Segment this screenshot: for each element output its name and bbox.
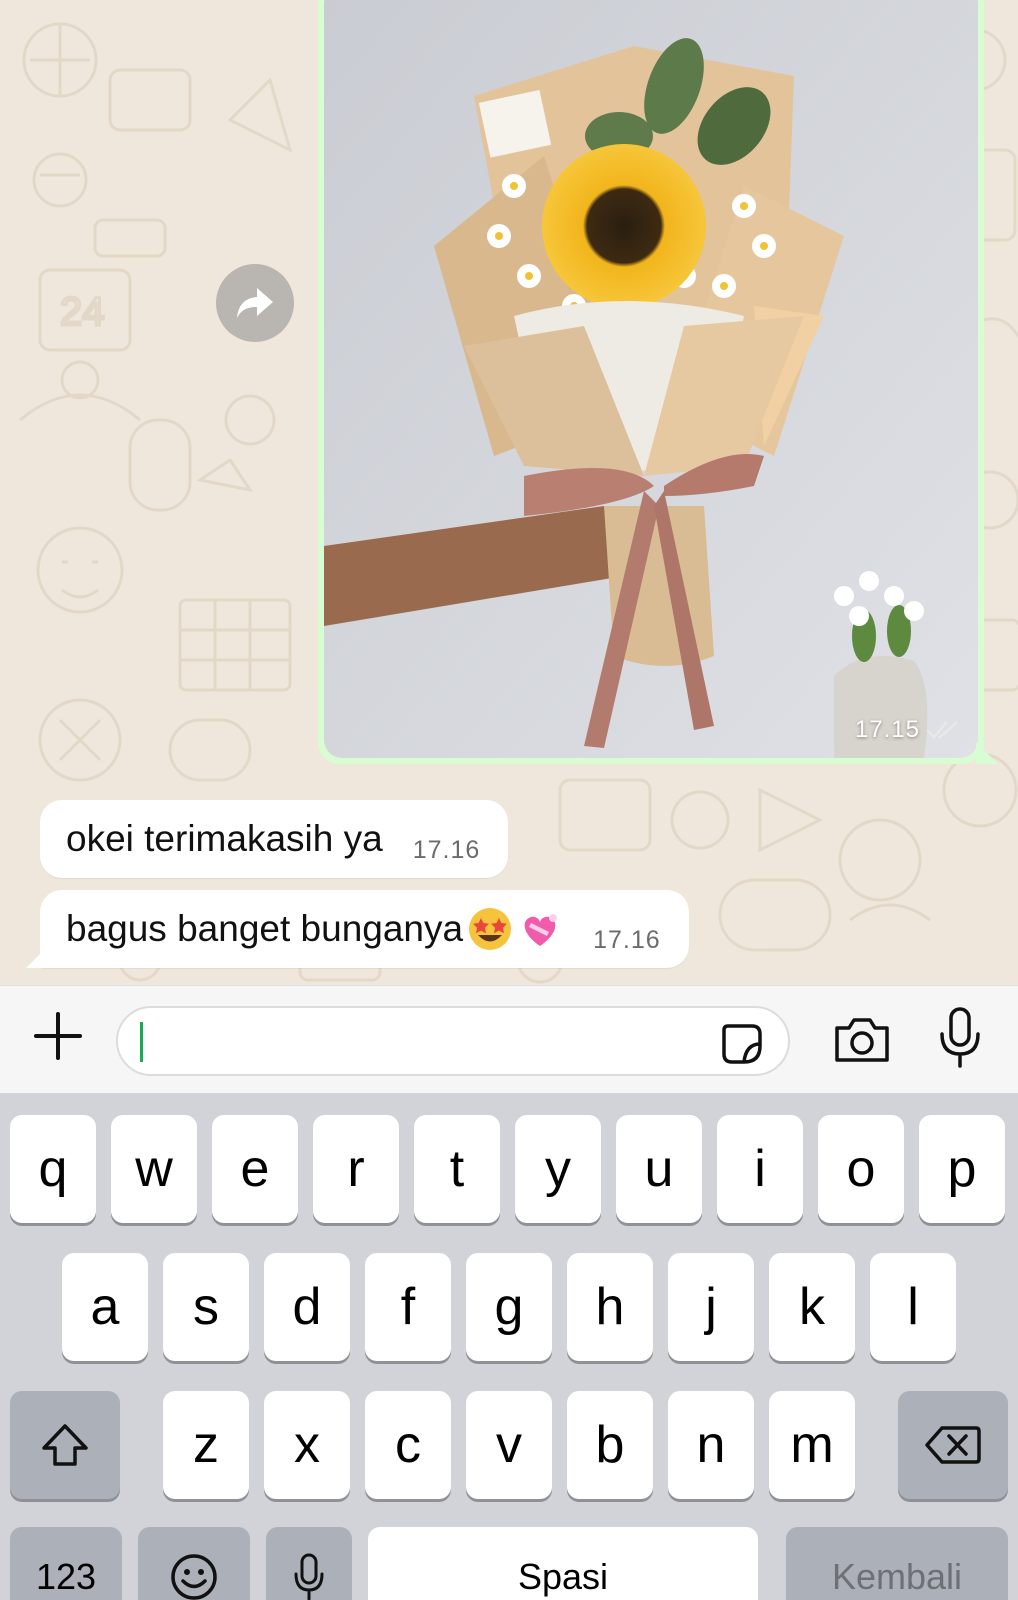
emoji-icon [171,1554,217,1600]
image-time: 17.15 [855,716,960,744]
key-c[interactable]: c [365,1391,451,1499]
key-label: h [595,1278,625,1336]
key-l[interactable]: l [870,1253,956,1361]
key-o[interactable]: o [818,1115,904,1223]
key-d[interactable]: d [264,1253,350,1361]
key-label: q [38,1140,68,1198]
key-s[interactable]: s [163,1253,249,1361]
key-v[interactable]: v [466,1391,552,1499]
message-time: 17.16 [593,925,661,954]
key-t[interactable]: t [414,1115,500,1223]
key-h[interactable]: h [567,1253,653,1361]
image-time-text: 17.15 [854,716,920,743]
key-label: c [395,1416,421,1474]
key-label: u [644,1140,674,1198]
key-label: p [947,1140,977,1198]
plus-icon[interactable] [30,1008,86,1064]
key-p[interactable]: p [919,1115,1005,1223]
backspace-key[interactable] [898,1391,1008,1499]
key-label: d [292,1278,322,1336]
key-label: z [193,1416,219,1474]
key-label: a [90,1278,120,1336]
key-label: k [799,1278,825,1336]
forward-button[interactable] [216,264,294,342]
chat-area[interactable]: 24 17.15 okei terimakasih ya 17.16 bagus… [0,0,1018,985]
keyboard: q w e r t y u i o p a s d f g h j k l z … [0,1093,1018,1600]
key-label: b [595,1416,625,1474]
forward-icon [237,288,273,318]
key-label: e [240,1140,270,1198]
key-label: m [790,1416,834,1474]
key-label: l [907,1278,919,1336]
key-n[interactable]: n [668,1391,754,1499]
key-b[interactable]: b [567,1391,653,1499]
message-text: okei terimakasih ya [66,818,383,859]
backspace-icon [925,1426,981,1464]
key-q[interactable]: q [10,1115,96,1223]
heart-with-ribbon-emoji [524,914,558,946]
key-m[interactable]: m [769,1391,855,1499]
key-label: w [135,1140,173,1198]
message-input-bar [0,985,1018,1093]
message-input[interactable] [116,1006,790,1076]
mic-icon[interactable] [936,1006,984,1070]
message-time: 17.16 [412,835,481,864]
key-f[interactable]: f [365,1253,451,1361]
space-key[interactable]: Spasi [368,1527,758,1600]
key-k[interactable]: k [769,1253,855,1361]
key-label: 123 [35,1556,97,1597]
key-y[interactable]: y [515,1115,601,1223]
message-bubble[interactable]: okei terimakasih ya 17.16 [40,800,509,878]
text-caret [140,1022,143,1062]
key-label: Kembali [831,1556,963,1597]
star-struck-emoji [469,908,512,950]
dictation-key[interactable] [266,1527,352,1600]
key-label: v [496,1416,522,1474]
key-x[interactable]: x [264,1391,350,1499]
key-g[interactable]: g [466,1253,552,1361]
message-bubble[interactable]: bagus banget bunganya 17.16 [26,890,689,968]
flower-bouquet-photo[interactable]: 17.15 [324,0,978,758]
key-label: g [494,1278,524,1336]
key-label: o [846,1140,876,1198]
key-label: r [347,1140,365,1198]
shift-key[interactable] [10,1391,120,1499]
key-e[interactable]: e [212,1115,298,1223]
key-label: i [754,1140,766,1198]
key-i[interactable]: i [717,1115,803,1223]
sticker-icon[interactable] [720,1022,764,1066]
shift-icon [42,1424,88,1466]
key-label: y [545,1140,571,1198]
key-label: s [193,1278,219,1336]
key-w[interactable]: w [111,1115,197,1223]
key-label: f [400,1278,416,1336]
image-message[interactable]: 17.15 [318,0,998,764]
key-j[interactable]: j [668,1253,754,1361]
numbers-key[interactable]: 123 [10,1527,122,1600]
key-label: n [696,1416,726,1474]
key-a[interactable]: a [62,1253,148,1361]
key-r[interactable]: r [313,1115,399,1223]
key-label: t [449,1140,465,1198]
key-z[interactable]: z [163,1391,249,1499]
emoji-key[interactable] [138,1527,250,1600]
key-label: Spasi [517,1556,609,1597]
svg-text:24: 24 [60,290,105,334]
message-text: bagus banget bunganya [66,908,464,949]
double-check-icon [926,721,958,739]
mic-icon [294,1553,324,1600]
camera-icon[interactable] [832,1014,892,1066]
return-key[interactable]: Kembali [786,1527,1008,1600]
key-u[interactable]: u [616,1115,702,1223]
key-label: j [705,1278,717,1336]
key-label: x [294,1416,320,1474]
